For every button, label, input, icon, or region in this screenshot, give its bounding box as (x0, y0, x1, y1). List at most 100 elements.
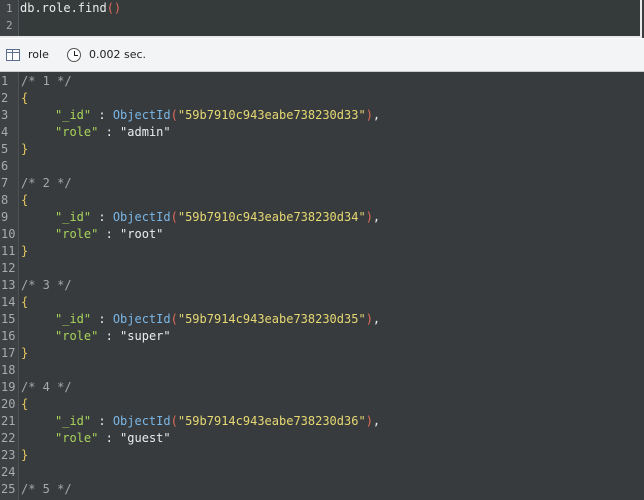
line-number: 10 (1, 227, 16, 241)
execution-time-value: 0.002 sec. (89, 48, 147, 61)
query-text[interactable]: db.role.find() (20, 0, 121, 17)
brace-line: { (21, 294, 28, 311)
right-paren: ) (365, 210, 373, 224)
line-number: 15 (1, 312, 16, 326)
role-value: "guest" (120, 431, 171, 445)
brace-line: } (21, 141, 28, 158)
brace-line: { (21, 396, 28, 413)
line-number: 11 (1, 244, 16, 258)
line-number: 22 (1, 431, 16, 445)
results-toolbar: role 0.002 sec. (0, 38, 644, 72)
colon: : (98, 125, 121, 139)
line-number: 12 (1, 261, 16, 275)
comment-line: /* 1 */ (21, 73, 72, 90)
id-key: "_id" (55, 414, 92, 428)
role-value: "admin" (120, 125, 171, 139)
objectid-value: "59b7910c943eabe738230d34" (177, 210, 366, 224)
left-paren: ( (170, 210, 178, 224)
comma: , (372, 108, 381, 122)
document-comment: /* 4 */ (21, 380, 72, 394)
line-number: 20 (1, 397, 16, 411)
close-brace: } (21, 244, 29, 258)
open-brace: { (21, 397, 29, 411)
close-brace: } (21, 346, 29, 360)
objectid-function: ObjectId (112, 414, 171, 428)
colon: : (98, 227, 121, 241)
comment-line: /* 3 */ (21, 277, 72, 294)
role-key: "role" (55, 431, 99, 445)
colon: : (91, 210, 113, 224)
objectid-value: "59b7914c943eabe738230d35" (177, 312, 366, 326)
comment-line: /* 4 */ (21, 379, 72, 396)
line-number: 7 (1, 176, 9, 190)
role-field-line: "role" : "admin" (55, 124, 171, 141)
objectid-function: ObjectId (112, 108, 171, 122)
line-number: 2 (1, 91, 9, 105)
line-number: 5 (1, 142, 9, 156)
line-number: 24 (1, 465, 16, 479)
role-value: "super" (120, 329, 171, 343)
line-number: 1 (1, 74, 9, 88)
collection-name: role (28, 48, 49, 61)
brace-line: { (21, 192, 28, 209)
id-field-line: "_id" : ObjectId("59b7914c943eabe738230d… (55, 413, 380, 430)
colon: : (91, 414, 113, 428)
left-paren: ( (170, 108, 178, 122)
line-number: 18 (1, 363, 16, 377)
comment-line: /* 5 */ (21, 481, 72, 498)
line-number: 19 (1, 380, 16, 394)
role-field-line: "role" : "guest" (55, 430, 171, 447)
query-command: db.role.find (20, 1, 107, 15)
id-field-line: "_id" : ObjectId("59b7910c943eabe738230d… (55, 209, 380, 226)
document-comment: /* 3 */ (21, 278, 72, 292)
colon: : (98, 431, 121, 445)
objectid-value: "59b7910c943eabe738230d33" (177, 108, 366, 122)
line-number: 9 (1, 210, 9, 224)
role-field-line: "role" : "root" (55, 226, 163, 243)
id-field-line: "_id" : ObjectId("59b7914c943eabe738230d… (55, 311, 380, 328)
id-key: "_id" (55, 312, 92, 326)
brace-line: } (21, 345, 28, 362)
line-number: 8 (1, 193, 9, 207)
objectid-function: ObjectId (112, 312, 171, 326)
right-paren: ) (365, 414, 373, 428)
line-number: 21 (1, 414, 16, 428)
clock-icon (67, 48, 81, 62)
editor-line-number: 2 (6, 19, 13, 32)
objectid-value: "59b7914c943eabe738230d36" (177, 414, 366, 428)
id-key: "_id" (55, 108, 92, 122)
line-number: 13 (1, 278, 16, 292)
colon: : (98, 329, 121, 343)
line-number: 23 (1, 448, 16, 462)
line-number: 4 (1, 125, 9, 139)
comma: , (372, 414, 381, 428)
line-number: 25 (1, 482, 16, 496)
close-brace: } (21, 448, 29, 462)
role-key: "role" (55, 125, 99, 139)
line-number: 17 (1, 346, 16, 360)
role-key: "role" (55, 329, 99, 343)
document-comment: /* 1 */ (21, 74, 72, 88)
query-editor[interactable]: 1 2 db.role.find() (0, 0, 642, 38)
brace-line: } (21, 243, 28, 260)
document-comment: /* 5 */ (21, 482, 72, 496)
brace-line: { (21, 90, 28, 107)
collection-indicator[interactable]: role (6, 47, 49, 63)
role-field-line: "role" : "super" (55, 328, 171, 345)
left-paren: ( (170, 414, 178, 428)
brace-line: } (21, 447, 28, 464)
left-paren: ( (170, 312, 178, 326)
table-icon (6, 49, 20, 61)
results-view[interactable]: 1 2 3 4 5 6 7 8 9 10 11 12 13 14 15 16 17 18 19 20 21 22 23 24 2… (0, 72, 644, 500)
open-brace: { (21, 295, 29, 309)
line-number: 3 (1, 108, 9, 122)
right-paren: ) (365, 108, 373, 122)
document-comment: /* 2 */ (21, 176, 72, 190)
line-number: 16 (1, 329, 16, 343)
comment-line: /* 2 */ (21, 175, 72, 192)
execution-time: 0.002 sec. (67, 47, 146, 63)
id-key: "_id" (55, 210, 92, 224)
close-brace: } (21, 142, 29, 156)
comma: , (372, 210, 381, 224)
colon: : (91, 108, 113, 122)
